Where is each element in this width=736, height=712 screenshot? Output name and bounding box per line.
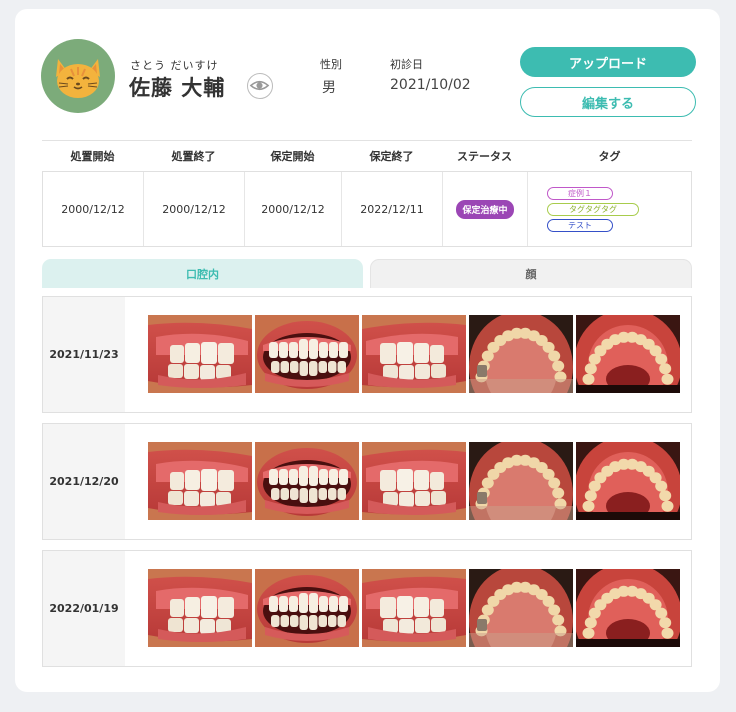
photo-row-date: 2022/01/19: [43, 551, 125, 666]
tag-badge[interactable]: タグタグタグ: [547, 202, 639, 216]
photo-left-lateral[interactable]: [362, 442, 466, 520]
patient-card: さとう だいすけ 佐藤 大輔 性別 男 初診日 2021/10/02 アップロー…: [15, 9, 720, 692]
photo-upper-occlusal[interactable]: [469, 315, 573, 393]
photo-row: 2021/11/23: [42, 296, 692, 413]
treatment-table-header: 処置開始 処置終了 保定開始 保定終了 ステータス タグ: [42, 140, 692, 171]
photo-row: 2022/01/19: [42, 550, 692, 667]
header-retention-end: 保定終了: [369, 150, 414, 163]
patient-name: 佐藤 大輔: [129, 76, 226, 100]
photo-left-lateral[interactable]: [362, 569, 466, 647]
gender-label: 性別: [320, 58, 342, 71]
tags-cell: 症例１ タグタグタグ テスト: [528, 172, 691, 246]
photo-right-lateral[interactable]: [148, 315, 252, 393]
photo-right-lateral[interactable]: [148, 569, 252, 647]
retention-start-value: 2000/12/12: [245, 172, 342, 246]
photo-frontal[interactable]: [255, 315, 359, 393]
gender-value: 男: [322, 80, 336, 96]
photo-row: 2021/12/20: [42, 423, 692, 540]
cat-avatar-icon: [56, 59, 100, 98]
eye-icon: [249, 80, 270, 91]
photo-lower-occlusal[interactable]: [576, 569, 680, 647]
treatment-end-value: 2000/12/12: [144, 172, 245, 246]
tab-face[interactable]: 顔: [370, 259, 692, 288]
avatar: [41, 39, 115, 113]
header-tags: タグ: [598, 150, 621, 163]
photo-lower-occlusal[interactable]: [576, 442, 680, 520]
photo-left-lateral[interactable]: [362, 315, 466, 393]
photo-lower-occlusal[interactable]: [576, 315, 680, 393]
treatment-start-value: 2000/12/12: [43, 172, 144, 246]
edit-button[interactable]: 編集する: [520, 87, 696, 117]
treatment-table-row: 2000/12/12 2000/12/12 2000/12/12 2022/12…: [42, 171, 692, 247]
upload-button[interactable]: アップロード: [520, 47, 696, 77]
patient-name-kana: さとう だいすけ: [130, 59, 219, 72]
photo-right-lateral[interactable]: [148, 442, 252, 520]
photo-upper-occlusal[interactable]: [469, 442, 573, 520]
retention-end-value: 2022/12/11: [342, 172, 443, 246]
photo-frontal[interactable]: [255, 569, 359, 647]
tag-badge[interactable]: テスト: [547, 218, 613, 232]
tag-badge[interactable]: 症例１: [547, 186, 613, 200]
header-status: ステータス: [457, 150, 512, 163]
header-treatment-end: 処置終了: [171, 150, 216, 163]
first-visit-label: 初診日: [390, 58, 423, 71]
header-retention-start: 保定開始: [270, 150, 315, 163]
first-visit-value: 2021/10/02: [390, 77, 471, 93]
view-button[interactable]: [247, 73, 273, 99]
status-badge: 保定治療中: [456, 199, 514, 219]
status-cell: 保定治療中: [443, 172, 528, 246]
photo-row-date: 2021/12/20: [43, 424, 125, 539]
photo-frontal[interactable]: [255, 442, 359, 520]
photo-upper-occlusal[interactable]: [469, 569, 573, 647]
tab-intraoral[interactable]: 口腔内: [42, 259, 363, 288]
photo-row-date: 2021/11/23: [43, 297, 125, 412]
header-treatment-start: 処置開始: [70, 150, 115, 163]
